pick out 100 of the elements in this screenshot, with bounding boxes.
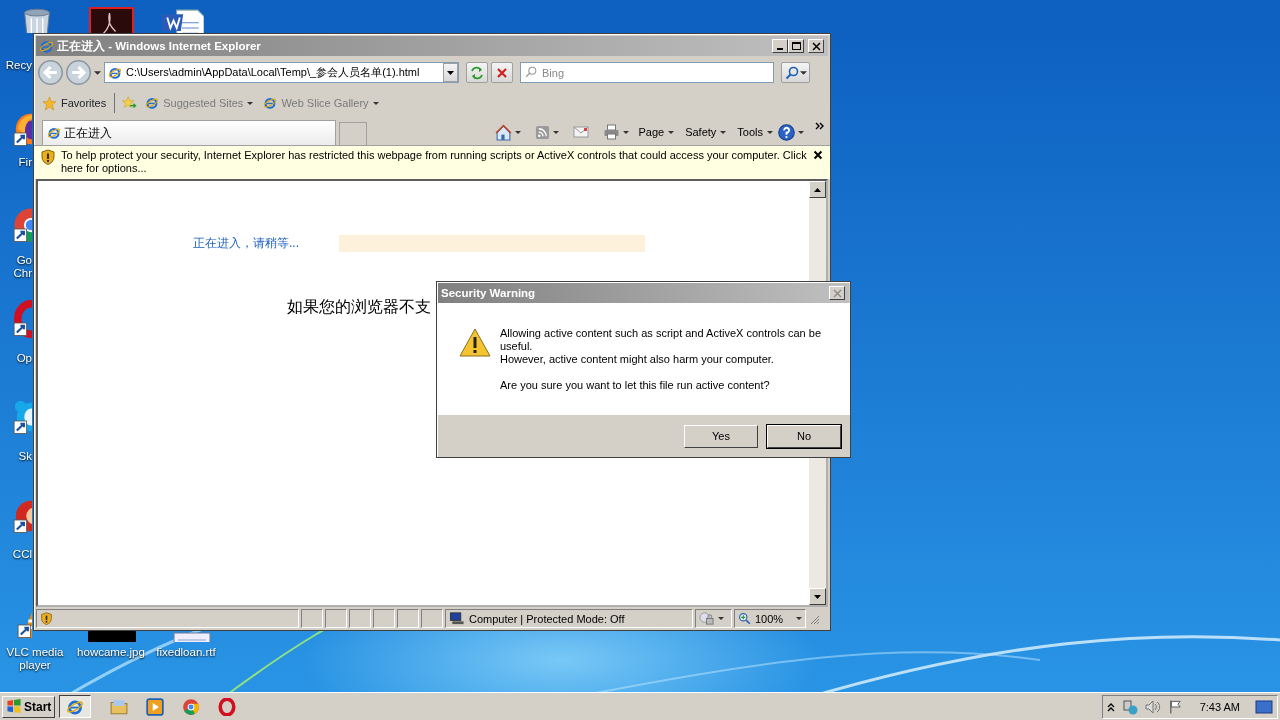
- caret-icon: [800, 70, 807, 75]
- page-icon: [145, 96, 160, 110]
- clock[interactable]: 7:43 AM: [1199, 700, 1240, 713]
- dialog-message: Allowing active content such as script and ActiveX controls can be useful.: [500, 327, 822, 353]
- opera-icon[interactable]: [12, 300, 32, 340]
- command-menu[interactable]: Page: [636, 126, 677, 138]
- star-icon: [42, 95, 57, 111]
- dialog-title: Security Warning: [441, 287, 536, 299]
- icon-label[interactable]: Go Chr: [13, 254, 32, 280]
- printer-icon[interactable]: [603, 124, 621, 140]
- up-arrow-icon: [813, 186, 822, 193]
- icon-label[interactable]: CCl: [12, 548, 32, 561]
- lock-icon: [699, 611, 714, 626]
- home-icon[interactable]: [495, 123, 513, 141]
- taskbar-app[interactable]: [59, 695, 92, 718]
- loading-text: 正在进入，请稍等...: [193, 235, 299, 252]
- dialog-message: However, active content might also harm your computer.: [500, 353, 775, 366]
- shield-icon[interactable]: [40, 612, 53, 625]
- flag-icon[interactable]: [1167, 698, 1183, 715]
- tab-title[interactable]: 正在进入: [64, 124, 112, 142]
- chevron-icon[interactable]: [1106, 701, 1115, 712]
- caret-icon: [796, 617, 802, 620]
- help-icon[interactable]: [778, 123, 795, 141]
- page-text: 如果您的浏览器不支: [287, 298, 431, 315]
- security-zone-text: Computer | Protected Mode: Off: [469, 612, 625, 625]
- status-panel: [349, 609, 371, 628]
- search-field[interactable]: Bing: [520, 62, 774, 83]
- start-button[interactable]: Start: [2, 695, 56, 718]
- search-button[interactable]: [781, 62, 810, 83]
- caret-icon: [247, 101, 254, 105]
- information-bar[interactable]: To help protect your security, Internet Explorer has restricted this webpage from running scripts or ActiveX controls that could access your computer. Click here for options...: [34, 145, 830, 179]
- stop-button[interactable]: [491, 62, 513, 83]
- window-title: 正在进入 - Windows Internet Explorer: [57, 38, 261, 54]
- dialog-button[interactable]: No: [767, 424, 841, 448]
- shield-icon: [40, 149, 56, 165]
- info-bar-message[interactable]: To help protect your security, Internet Explorer has restricted this webpage from running scripts or ActiveX controls that could access your computer. Click here for options...: [60, 149, 808, 175]
- close-icon: [811, 41, 821, 51]
- caret-icon[interactable]: [515, 130, 522, 134]
- folder-icon: [110, 697, 129, 716]
- status-panel: [373, 609, 395, 628]
- caret-icon: [767, 130, 773, 134]
- page-icon: [47, 126, 61, 140]
- caret-icon[interactable]: [798, 130, 804, 134]
- status-panel: [397, 609, 419, 628]
- show-desktop-icon[interactable]: [1255, 698, 1273, 715]
- caret-icon: [718, 617, 724, 620]
- caret-icon[interactable]: [553, 130, 560, 134]
- address-dropdown-button[interactable]: [443, 63, 458, 82]
- caret-icon: [668, 130, 675, 134]
- icon-label[interactable]: Recy: [5, 59, 32, 72]
- close-icon[interactable]: [812, 149, 824, 161]
- address-text[interactable]: C:\Users\admin\AppData\Local\Temp\_参会人员名单(1).html: [126, 65, 439, 80]
- caret-icon[interactable]: [94, 70, 101, 75]
- icon-label[interactable]: Sk: [18, 450, 32, 463]
- caret-icon: [446, 69, 455, 76]
- rtf-icon[interactable]: [173, 632, 211, 642]
- command-menu[interactable]: Tools: [735, 126, 775, 138]
- page-icon: [108, 65, 122, 80]
- dialog-button[interactable]: Yes: [684, 424, 758, 448]
- warning-icon: [459, 327, 491, 357]
- favorites-button[interactable]: Favorites: [40, 95, 109, 111]
- caret-icon: [372, 101, 379, 105]
- chevron-icon[interactable]: [815, 121, 824, 132]
- close-icon: [832, 288, 842, 298]
- minimize-icon: [777, 48, 783, 50]
- icon-label[interactable]: Op: [16, 352, 32, 365]
- refresh-button[interactable]: [466, 62, 488, 83]
- zoom-button[interactable]: 100%: [734, 609, 806, 628]
- caret-icon[interactable]: [623, 130, 630, 134]
- mail-icon[interactable]: [573, 124, 590, 140]
- caret-icon: [720, 130, 727, 134]
- maximize-icon: [791, 42, 801, 50]
- refresh-icon: [469, 64, 485, 81]
- close-button[interactable]: [829, 286, 845, 300]
- close-button[interactable]: [808, 39, 824, 53]
- zoom-icon: [738, 612, 751, 625]
- search-icon: [784, 64, 800, 81]
- pdf-icon[interactable]: [89, 7, 134, 33]
- search-icon: [524, 65, 538, 79]
- dialog-question: Are you sure you want to let this file run active content?: [500, 379, 771, 392]
- page-icon: [263, 96, 278, 110]
- browser-tab[interactable]: 正在进入: [42, 120, 336, 145]
- address-field[interactable]: C:\Users\admin\AppData\Local\Temp\_参会人员名单(1).html: [104, 62, 459, 83]
- status-panel: [325, 609, 347, 628]
- status-panel: [421, 609, 443, 628]
- back-button[interactable]: [38, 60, 63, 85]
- command-menu[interactable]: Safety: [683, 126, 729, 138]
- volume-icon[interactable]: [1144, 698, 1161, 715]
- browser-logo-icon: [39, 38, 54, 54]
- scroll-up-button[interactable]: [809, 181, 826, 198]
- media-icon: [146, 697, 165, 716]
- chrome-icon: [182, 697, 201, 716]
- down-arrow-icon: [813, 593, 822, 600]
- icon-label[interactable]: Fir: [18, 156, 32, 169]
- maximize-button[interactable]: [788, 39, 804, 53]
- protection-button[interactable]: [695, 609, 732, 628]
- status-panel: [301, 609, 323, 628]
- opera-icon: [218, 697, 237, 716]
- minimize-button[interactable]: [772, 39, 788, 53]
- scroll-down-button[interactable]: [809, 588, 826, 605]
